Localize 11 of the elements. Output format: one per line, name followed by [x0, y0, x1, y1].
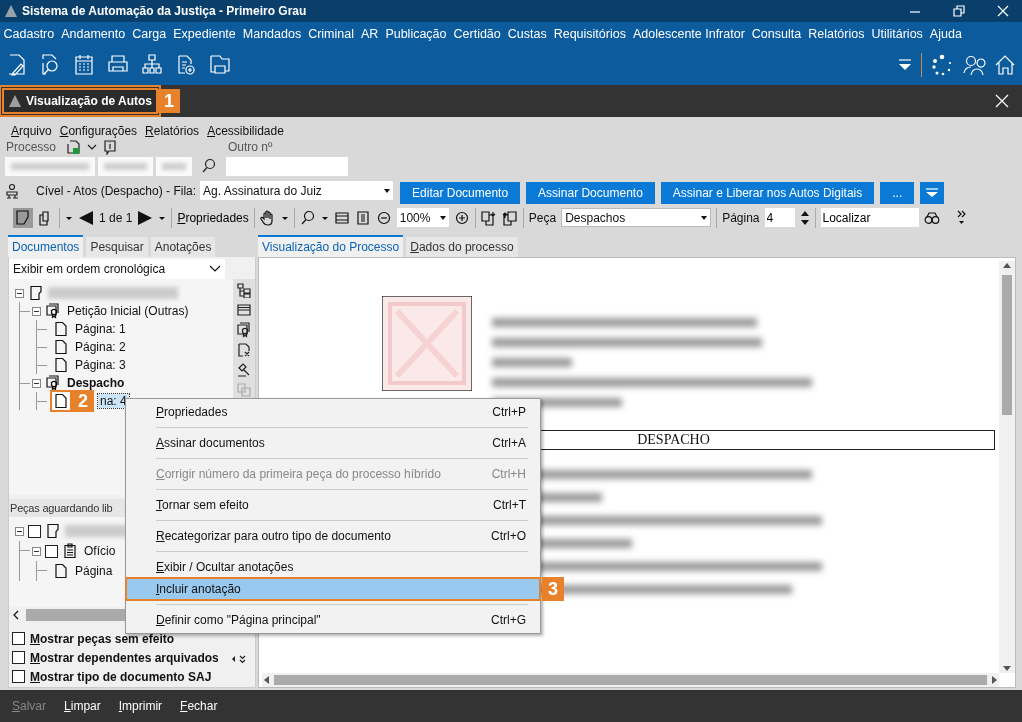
page-counter: 1 de 1 [99, 210, 133, 225]
field-label: Peça [528, 210, 557, 225]
queue-label: Cível - Atos (Despacho) - Fila: [36, 183, 197, 198]
step-badge: 2 [72, 390, 94, 412]
step-badge: 1 [158, 89, 181, 113]
step-badge: 3 [542, 577, 564, 601]
tab-title: Visualização de Autos [26, 94, 153, 108]
field-label: Página [722, 210, 760, 225]
window-title: Sistema de Automação da Justiça - Primeiro Grau [22, 4, 307, 18]
field-label: Outro nº [228, 139, 273, 154]
field-label: Processo [6, 139, 58, 154]
